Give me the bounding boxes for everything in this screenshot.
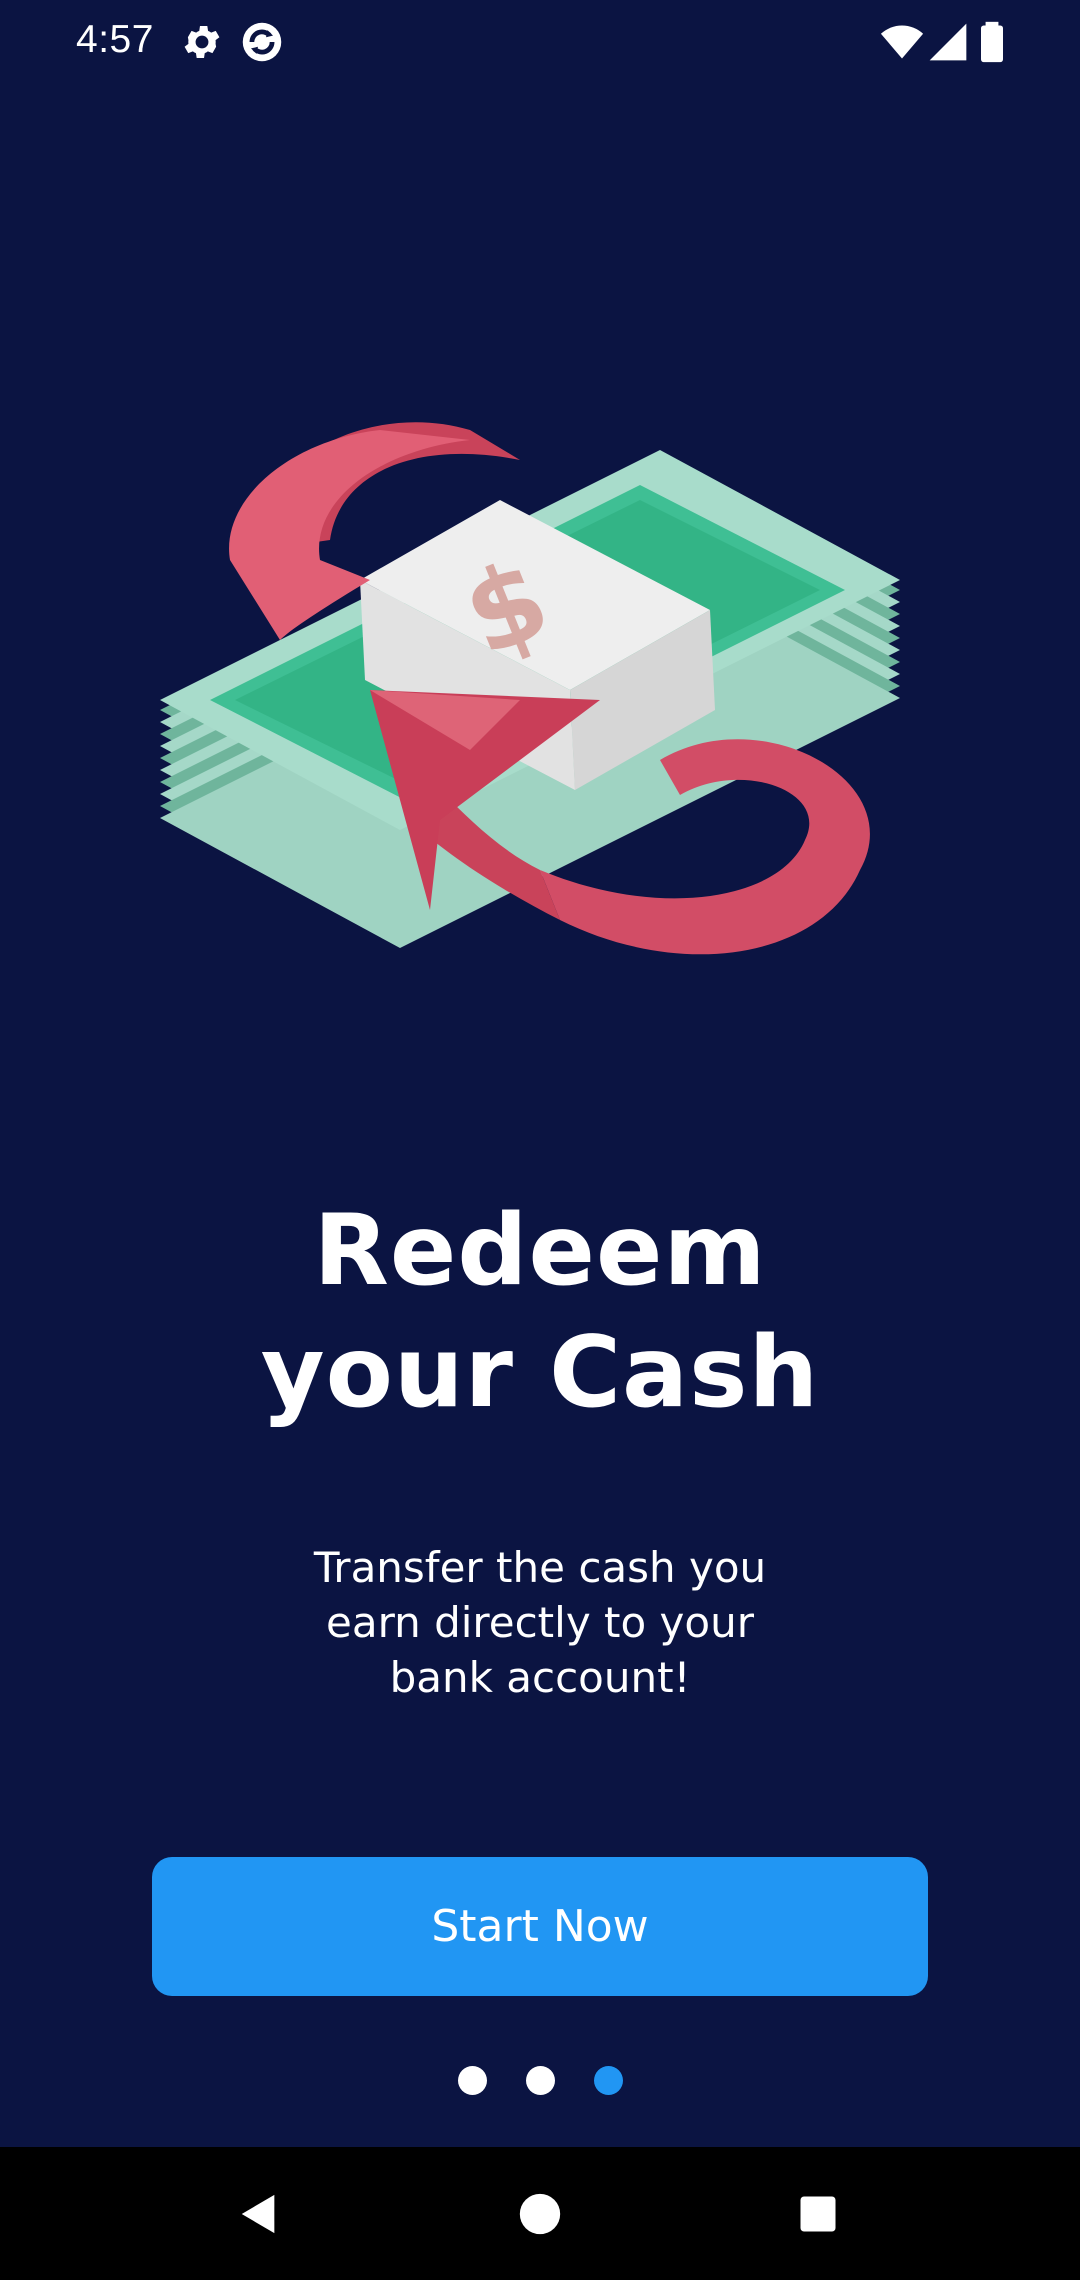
onboarding-subtitle: Transfer the cash you earn directly to y… <box>240 1540 840 1705</box>
back-button[interactable] <box>222 2177 296 2251</box>
subtitle-line-1: Transfer the cash you <box>313 1543 767 1592</box>
money-stack-illustration: $ <box>160 422 900 955</box>
battery-icon <box>981 21 1003 63</box>
title-line-1: Redeem <box>313 1194 767 1308</box>
home-icon <box>519 2193 561 2235</box>
pager-dot-2[interactable] <box>525 2066 555 2095</box>
recents-button[interactable] <box>781 2177 855 2251</box>
system-nav-bar <box>0 2147 1080 2280</box>
status-bar: 4:57 <box>0 0 1080 88</box>
start-now-button[interactable]: Start Now <box>152 1857 928 1996</box>
status-time: 4:57 <box>76 18 154 61</box>
subtitle-line-2: earn directly to your <box>326 1598 754 1647</box>
back-icon <box>241 2194 275 2234</box>
settings-icon <box>184 26 220 58</box>
pager-dot-1[interactable] <box>457 2066 487 2095</box>
pager-indicator <box>0 2066 1080 2096</box>
cell-signal-icon <box>929 23 967 61</box>
subtitle-line-3: bank account! <box>389 1653 691 1702</box>
home-button[interactable] <box>503 2177 577 2251</box>
recents-icon <box>800 2196 836 2232</box>
wifi-icon <box>880 25 924 59</box>
sync-app-icon <box>242 22 282 62</box>
onboarding-screen: 4:57 $ Redeem your Cash Transfer the cas… <box>0 0 1080 2280</box>
onboarding-title: Redeem your Cash <box>0 1190 1080 1434</box>
title-line-2: your Cash <box>260 1316 820 1430</box>
pager-dot-3-active[interactable] <box>593 2066 623 2095</box>
